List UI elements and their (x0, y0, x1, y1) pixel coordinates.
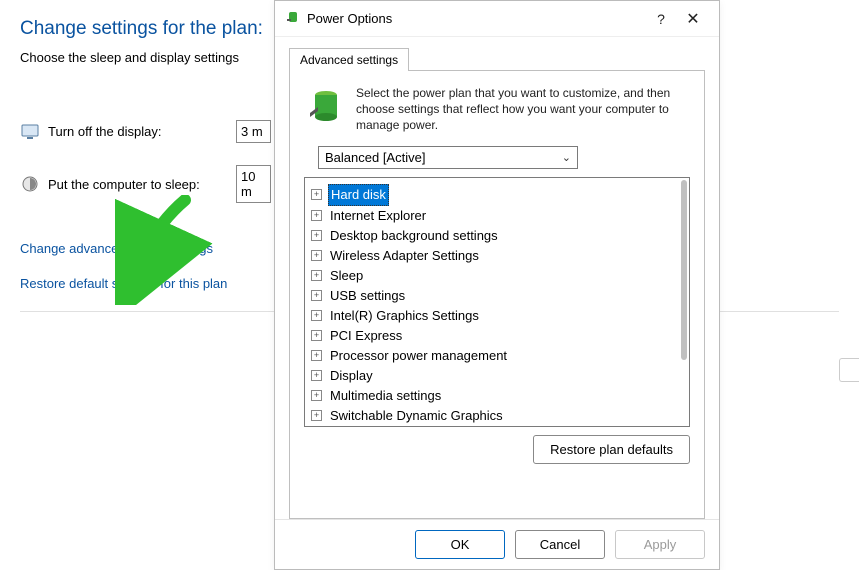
help-button[interactable]: ? (645, 5, 677, 33)
tree-item[interactable]: + Hard disk (311, 184, 683, 206)
expand-icon[interactable]: + (311, 410, 322, 421)
tree-item-label: Processor power management (328, 346, 509, 366)
dialog-title: Power Options (307, 11, 645, 26)
expand-icon[interactable]: + (311, 230, 322, 241)
tree-scrollbar[interactable] (677, 180, 687, 424)
tree-item-label: Sleep (328, 266, 365, 286)
ok-button[interactable]: OK (415, 530, 505, 559)
titlebar: Power Options ? ✕ (275, 1, 719, 37)
tree-item-label: Hard disk (328, 184, 389, 206)
tree-item-label: Wireless Adapter Settings (328, 246, 481, 266)
expand-icon[interactable]: + (311, 370, 322, 381)
tree-item[interactable]: + Wireless Adapter Settings (311, 246, 683, 266)
sleep-label: Put the computer to sleep: (48, 177, 236, 192)
expand-icon[interactable]: + (311, 189, 322, 200)
display-icon (20, 122, 40, 142)
apply-button: Apply (615, 530, 705, 559)
tab-advanced-settings[interactable]: Advanced settings (289, 48, 409, 71)
tree-item[interactable]: + Intel(R) Graphics Settings (311, 306, 683, 326)
chevron-down-icon: ⌄ (562, 151, 571, 164)
tree-item-label: Multimedia settings (328, 386, 443, 406)
power-options-icon (285, 9, 301, 28)
expand-icon[interactable]: + (311, 250, 322, 261)
tree-item[interactable]: + USB settings (311, 286, 683, 306)
expand-icon[interactable]: + (311, 290, 322, 301)
tree-item[interactable]: + Sleep (311, 266, 683, 286)
power-options-dialog: Power Options ? ✕ Advanced settings Sele… (274, 0, 720, 570)
expand-icon[interactable]: + (311, 210, 322, 221)
tree-item-label: USB settings (328, 286, 407, 306)
tree-item-label: PCI Express (328, 326, 404, 346)
plan-select-value: Balanced [Active] (325, 150, 425, 165)
tree-item[interactable]: + Switchable Dynamic Graphics (311, 406, 683, 426)
tree-item[interactable]: + PCI Express (311, 326, 683, 346)
sleep-select[interactable]: 10 m (236, 165, 271, 203)
tree-item[interactable]: + Processor power management (311, 346, 683, 366)
tab-panel: Select the power plan that you want to c… (289, 70, 705, 519)
settings-tree[interactable]: + Hard disk + Internet Explorer + Desktop bac… (304, 177, 690, 427)
expand-icon[interactable]: + (311, 310, 322, 321)
close-button[interactable]: ✕ (677, 5, 709, 33)
side-stub (839, 358, 859, 382)
scroll-thumb[interactable] (681, 180, 687, 360)
dialog-footer: OK Cancel Apply (275, 519, 719, 569)
display-turnoff-select[interactable]: 3 m (236, 120, 271, 143)
tree-item[interactable]: + Desktop background settings (311, 226, 683, 246)
battery-icon (304, 85, 344, 134)
tree-item-label: Internet Explorer (328, 206, 428, 226)
tree-item-label: Display (328, 366, 375, 386)
tree-item[interactable]: + Multimedia settings (311, 386, 683, 406)
tree-item[interactable]: + Display (311, 366, 683, 386)
tree-item-label: Intel(R) Graphics Settings (328, 306, 481, 326)
tree-item-label: Desktop background settings (328, 226, 500, 246)
info-text: Select the power plan that you want to c… (356, 85, 690, 134)
expand-icon[interactable]: + (311, 330, 322, 341)
sleep-icon (20, 174, 40, 194)
restore-plan-defaults-button[interactable]: Restore plan defaults (533, 435, 690, 464)
display-turnoff-label: Turn off the display: (48, 124, 236, 139)
cancel-button[interactable]: Cancel (515, 530, 605, 559)
tree-item[interactable]: + Internet Explorer (311, 206, 683, 226)
tree-item-label: Switchable Dynamic Graphics (328, 406, 505, 426)
expand-icon[interactable]: + (311, 270, 322, 281)
expand-icon[interactable]: + (311, 350, 322, 361)
expand-icon[interactable]: + (311, 390, 322, 401)
plan-select[interactable]: Balanced [Active] ⌄ (318, 146, 578, 169)
